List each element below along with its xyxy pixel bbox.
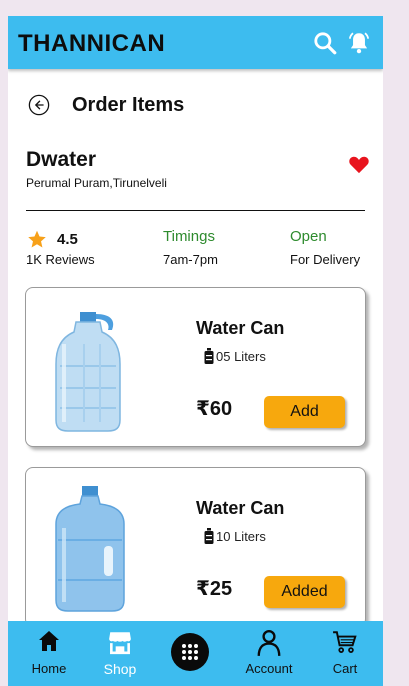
water-can-image — [55, 312, 121, 432]
add-button[interactable]: Add — [264, 396, 345, 428]
product-price: ₹60 — [196, 398, 233, 420]
store-address: Perumal Puram,Tirunelveli — [26, 176, 167, 190]
store-name: Dwater — [26, 148, 97, 171]
bottom-navigation: Home Shop Account Cart — [8, 621, 383, 686]
nav-account-label: Account — [245, 661, 293, 676]
apps-grid-icon — [182, 644, 198, 660]
nav-home[interactable]: Home — [14, 621, 84, 686]
nav-account[interactable]: Account — [234, 621, 304, 686]
product-title: Water Can — [196, 498, 285, 518]
product-quantity: 10 Liters — [204, 528, 266, 544]
search-icon[interactable] — [312, 30, 338, 56]
nav-shop-label: Shop — [103, 661, 137, 677]
product-card[interactable]: Water Can 05 Liters ₹60 Add — [25, 287, 366, 447]
account-icon — [257, 629, 281, 656]
water-can-image — [55, 486, 125, 612]
timings-label: Timings — [163, 228, 215, 245]
nav-cart-label: Cart — [332, 661, 358, 676]
nav-home-label: Home — [31, 661, 67, 676]
shop-icon — [109, 632, 131, 655]
rating-value: 4.5 — [57, 230, 78, 248]
divider — [26, 210, 365, 211]
product-title: Water Can — [196, 318, 285, 338]
nav-shop[interactable]: Shop — [85, 621, 155, 686]
heart-icon[interactable] — [348, 154, 370, 174]
page-title: Order Items — [72, 94, 185, 116]
brand-title: THANNICAN — [18, 30, 166, 57]
rating-block: 4.5 1K Reviews — [26, 228, 95, 267]
product-price: ₹25 — [196, 578, 233, 600]
page-header: Order Items — [8, 92, 383, 124]
status-value: For Delivery — [290, 252, 361, 267]
nav-cart[interactable]: Cart — [310, 621, 380, 686]
phone-screen: THANNICAN Order Items Dwater Perumal Pur… — [8, 16, 383, 686]
product-card[interactable]: Water Can 10 Liters ₹25 Added — [25, 467, 366, 627]
bottle-icon — [204, 528, 214, 544]
star-icon — [28, 230, 46, 247]
notification-bell-icon[interactable] — [346, 30, 372, 56]
cart-icon — [333, 631, 357, 653]
status-label: Open — [290, 228, 327, 245]
reviews-count: 1K Reviews — [26, 252, 95, 267]
added-button[interactable]: Added — [264, 576, 345, 608]
back-arrow-icon[interactable] — [28, 94, 50, 116]
timings-value: 7am-7pm — [163, 252, 218, 267]
timings-block: Timings 7am-7pm — [163, 228, 218, 267]
bottle-icon — [204, 348, 214, 364]
app-bar: THANNICAN — [8, 16, 383, 69]
home-icon — [39, 631, 59, 651]
apps-menu-button[interactable] — [171, 633, 209, 671]
product-quantity: 05 Liters — [204, 348, 266, 364]
status-block: Open For Delivery — [290, 228, 360, 267]
